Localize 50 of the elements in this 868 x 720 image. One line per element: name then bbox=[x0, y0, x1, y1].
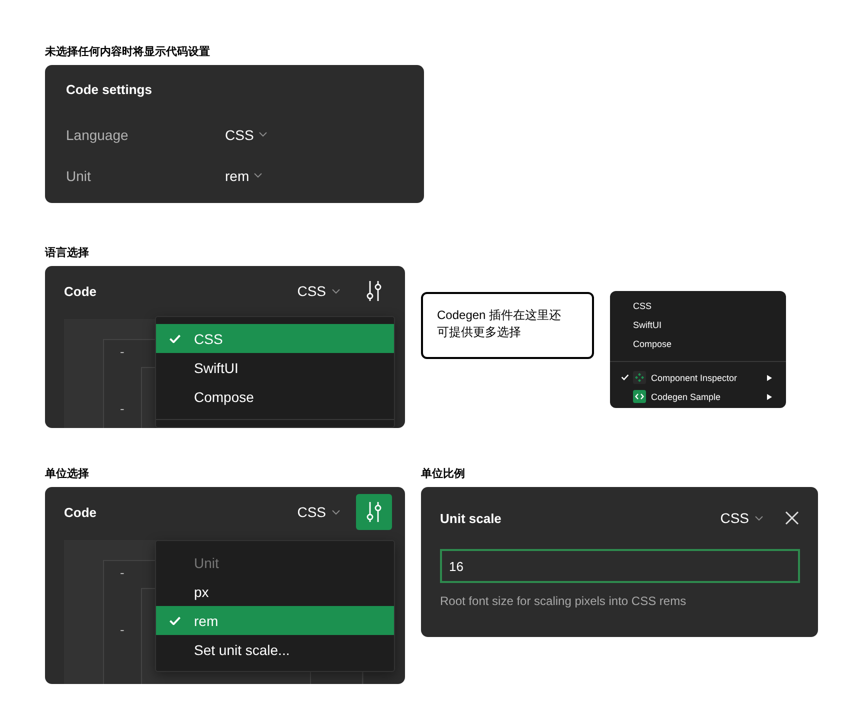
menu-item[interactable]: Component Inspector bbox=[610, 368, 786, 387]
menu-heading: Unit bbox=[193, 554, 220, 572]
submenu-arrow-icon bbox=[767, 394, 772, 400]
setting-label: Language bbox=[66, 126, 130, 142]
setting-dropdown[interactable]: rem bbox=[225, 168, 262, 184]
language-dropdown[interactable]: CSS bbox=[297, 504, 340, 520]
close-button[interactable] bbox=[785, 511, 799, 525]
input-field[interactable]: 16 bbox=[440, 549, 800, 583]
language-dropdown[interactable]: CSS bbox=[720, 510, 763, 526]
chevron-down-icon bbox=[332, 288, 340, 294]
callout-text: Codegen 插件在这里还可提供更多选择 bbox=[437, 307, 562, 341]
panel-title: Code settings bbox=[65, 81, 153, 99]
help-text: Root font size for scaling pixels into CSS rems bbox=[440, 594, 688, 608]
component-icon bbox=[633, 371, 646, 384]
menu-item[interactable]: CSS bbox=[156, 324, 394, 353]
menu-item[interactable]: Compose bbox=[610, 334, 786, 353]
panel-title: Code bbox=[64, 284, 98, 298]
checkmark-icon bbox=[169, 616, 181, 626]
menu-item[interactable]: Compose bbox=[156, 382, 394, 411]
checkmark-icon bbox=[169, 334, 181, 344]
chevron-down-icon bbox=[755, 516, 763, 520]
line-marker: - bbox=[120, 565, 124, 580]
code-icon bbox=[633, 390, 646, 403]
line-marker: - bbox=[120, 622, 124, 637]
line-marker: - bbox=[120, 344, 124, 359]
section-caption: 单位比例 bbox=[421, 467, 466, 481]
language-dropdown[interactable]: CSS bbox=[297, 283, 340, 299]
setting-label: Unit bbox=[66, 168, 92, 184]
submenu-arrow-icon bbox=[767, 374, 772, 380]
panel-title: Unit scale bbox=[440, 510, 502, 526]
section-caption: 语言选择 bbox=[45, 246, 90, 260]
panel-title: Code bbox=[64, 504, 98, 520]
chevron-down-icon bbox=[332, 510, 340, 514]
section-caption: 单位选择 bbox=[45, 467, 90, 481]
line-marker: - bbox=[120, 401, 124, 416]
menu-item[interactable]: Set unit scale... bbox=[156, 635, 394, 664]
menu-item[interactable]: Codegen Sample bbox=[610, 387, 786, 406]
chevron-down-icon bbox=[258, 132, 267, 137]
section-caption: 未选择任何内容时将显示代码设置 bbox=[45, 45, 211, 59]
sliders-icon bbox=[366, 280, 382, 302]
menu-item[interactable]: SwiftUI bbox=[610, 315, 786, 334]
sliders-icon bbox=[366, 501, 382, 523]
menu-item[interactable]: CSS bbox=[610, 296, 786, 315]
menu-item[interactable]: rem bbox=[156, 606, 394, 635]
checkmark-icon bbox=[621, 374, 629, 381]
menu-item[interactable]: SwiftUI bbox=[156, 353, 394, 382]
menu-item[interactable]: px bbox=[156, 577, 394, 606]
setting-dropdown[interactable]: CSS bbox=[225, 126, 267, 142]
chevron-down-icon bbox=[254, 173, 262, 178]
close-icon bbox=[785, 511, 799, 525]
